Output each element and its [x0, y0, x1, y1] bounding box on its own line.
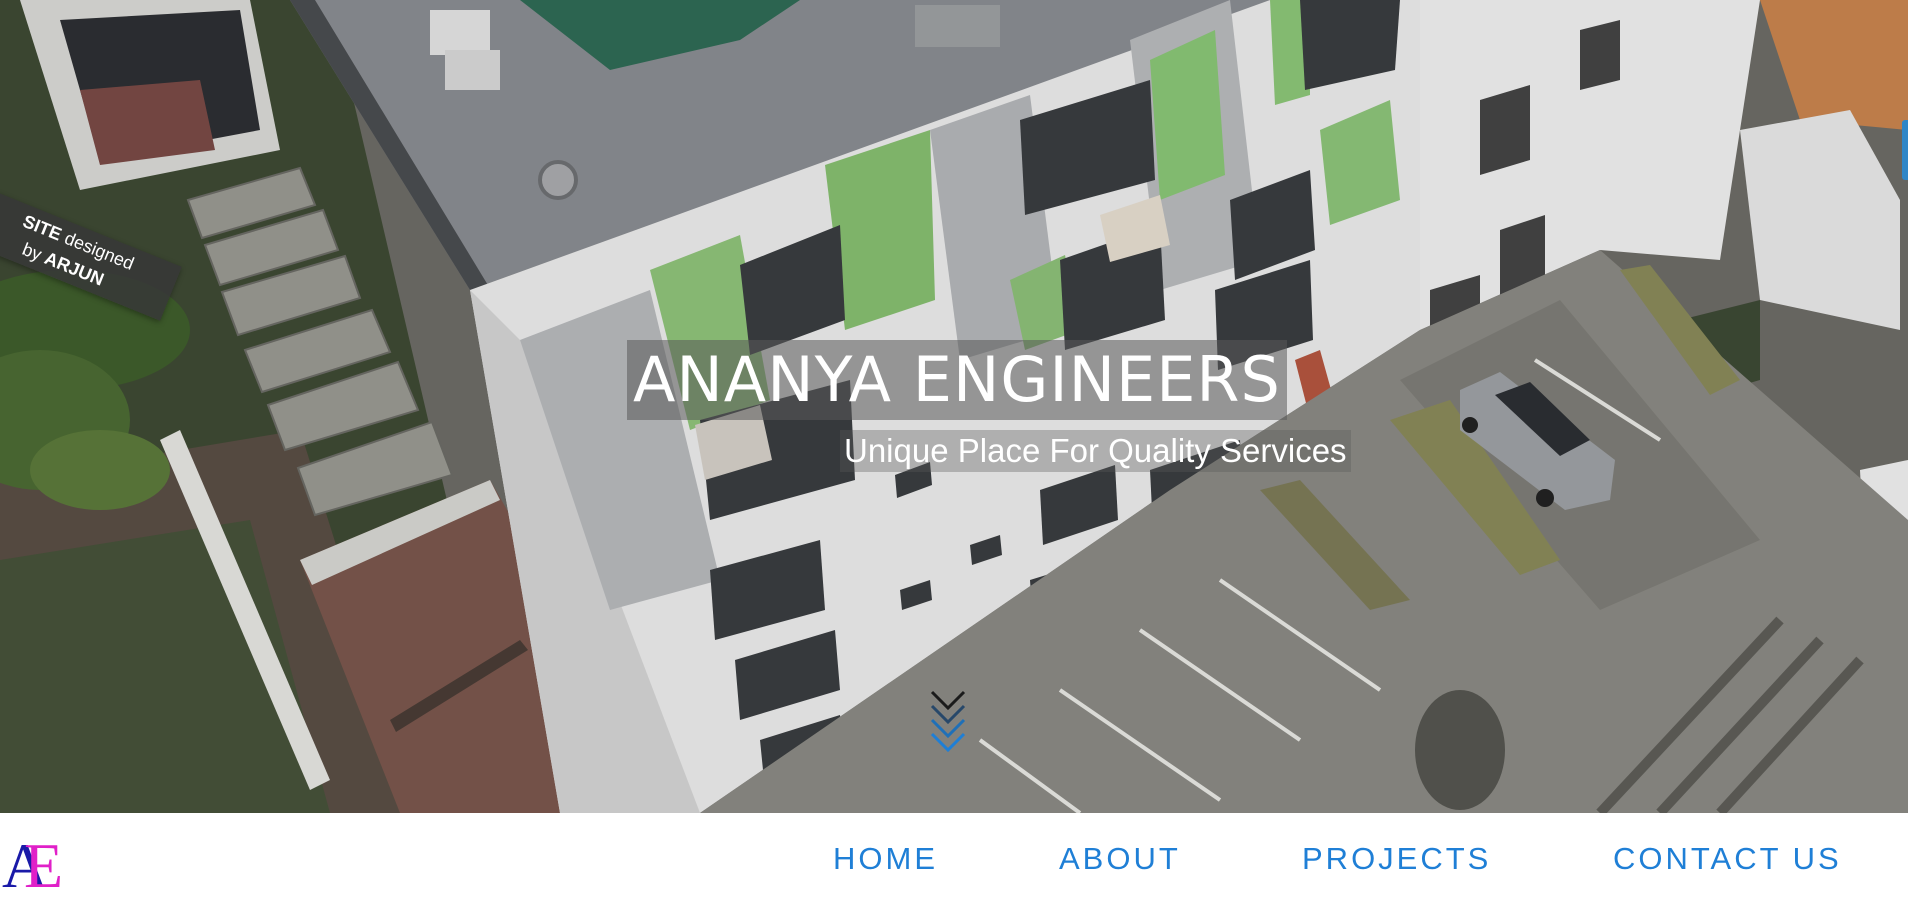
credit-by-word: by	[19, 238, 45, 265]
nav-about-link[interactable]: ABOUT	[1059, 839, 1181, 879]
hero-title: ANANYA ENGINEERS	[627, 340, 1287, 420]
nav-contact-us-link[interactable]: CONTACT US	[1613, 839, 1842, 879]
hero-subtitle: Unique Place For Quality Services	[840, 430, 1351, 472]
scroll-down-button[interactable]	[928, 688, 970, 768]
navigation-bar: A E HOME ABOUT PROJECTS CONTACT US	[0, 813, 1908, 911]
nav-home-link[interactable]: HOME	[833, 839, 938, 879]
chevrons-down-icon	[930, 690, 966, 753]
svg-text:E: E	[24, 830, 62, 895]
ae-monogram-logo[interactable]: A E	[0, 827, 63, 901]
logo-mark: A E	[2, 830, 63, 901]
hero-banner: SITE designed by ARJUN ANANYA ENGINEERS …	[0, 0, 1908, 813]
nav-projects-link[interactable]: PROJECTS	[1302, 839, 1491, 879]
side-edge-tab[interactable]	[1902, 120, 1908, 180]
